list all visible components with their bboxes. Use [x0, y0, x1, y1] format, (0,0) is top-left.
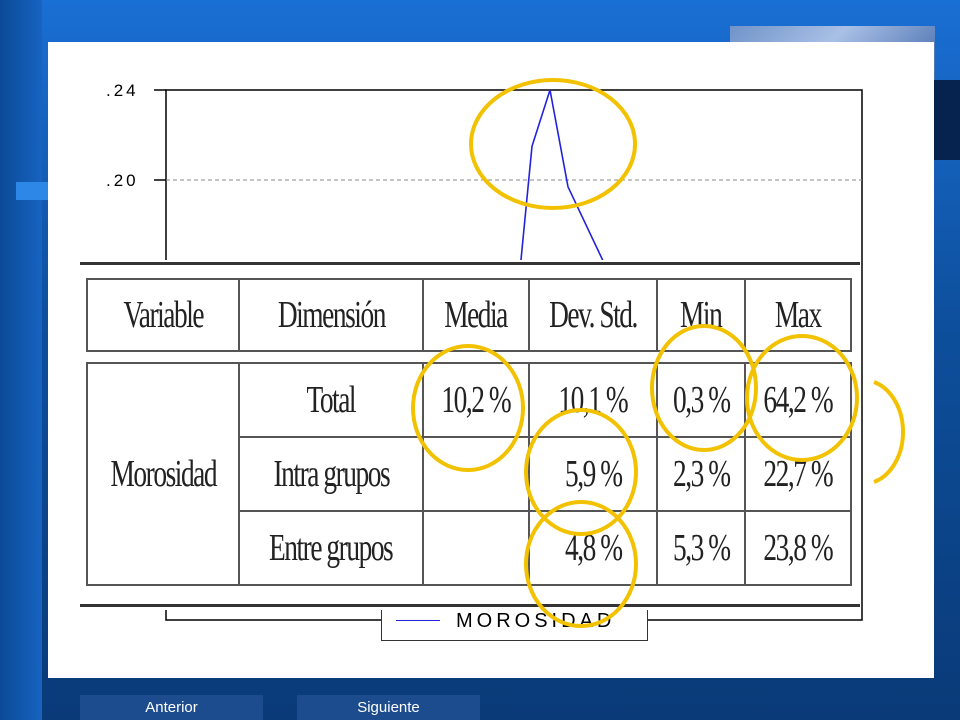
table-top-rule	[80, 262, 860, 265]
slide-canvas: .24 .20 MOROSIDAD Variable Dimensión Med…	[48, 42, 934, 678]
legend-label: MOROSIDAD	[456, 610, 616, 632]
y-tick-label-020: .20	[106, 171, 139, 190]
cell-media	[422, 510, 530, 586]
cell-variable-group: Morosidad	[86, 362, 240, 586]
cell-max: 22,7 %	[744, 436, 852, 512]
cell-dimension: Total	[238, 362, 424, 438]
cell-media	[422, 436, 530, 512]
table-bottom-rule	[80, 604, 860, 607]
header-variable: Variable	[86, 278, 240, 352]
header-media: Media	[422, 278, 530, 352]
cell-max: 64,2 %	[744, 362, 852, 438]
cell-dev: 5,9 %	[528, 436, 658, 512]
header-max: Max	[744, 278, 852, 352]
header-dimension: Dimensión	[238, 278, 424, 352]
cell-min: 5,3 %	[656, 510, 746, 586]
stats-table: Variable Dimensión Media Dev. Std. Min M…	[86, 278, 852, 586]
cell-min: 2,3 %	[656, 436, 746, 512]
left-accent-strip	[16, 182, 52, 200]
left-decor-bar	[0, 0, 42, 720]
stats-table-image: Variable Dimensión Media Dev. Std. Min M…	[80, 260, 860, 610]
cell-dev: 10,1 %	[528, 362, 658, 438]
header-dev-std: Dev. Std.	[528, 278, 658, 352]
y-tick-label-024: .24	[106, 81, 139, 100]
header-min: Min	[656, 278, 746, 352]
previous-button[interactable]: Anterior	[80, 695, 263, 720]
cell-min: 0,3 %	[656, 362, 746, 438]
cell-dimension: Intra grupos	[238, 436, 424, 512]
table-row: Morosidad Total 10,2 % 10,1 % 0,3 % 64,2…	[86, 362, 852, 586]
legend-line-swatch	[396, 620, 440, 621]
cell-dev: 4,8 %	[528, 510, 658, 586]
table-header-row: Variable Dimensión Media Dev. Std. Min M…	[86, 278, 852, 352]
next-button[interactable]: Siguiente	[297, 695, 480, 720]
cell-max: 23,8 %	[744, 510, 852, 586]
cell-media: 10,2 %	[422, 362, 530, 438]
cell-dimension: Entre grupos	[238, 510, 424, 586]
